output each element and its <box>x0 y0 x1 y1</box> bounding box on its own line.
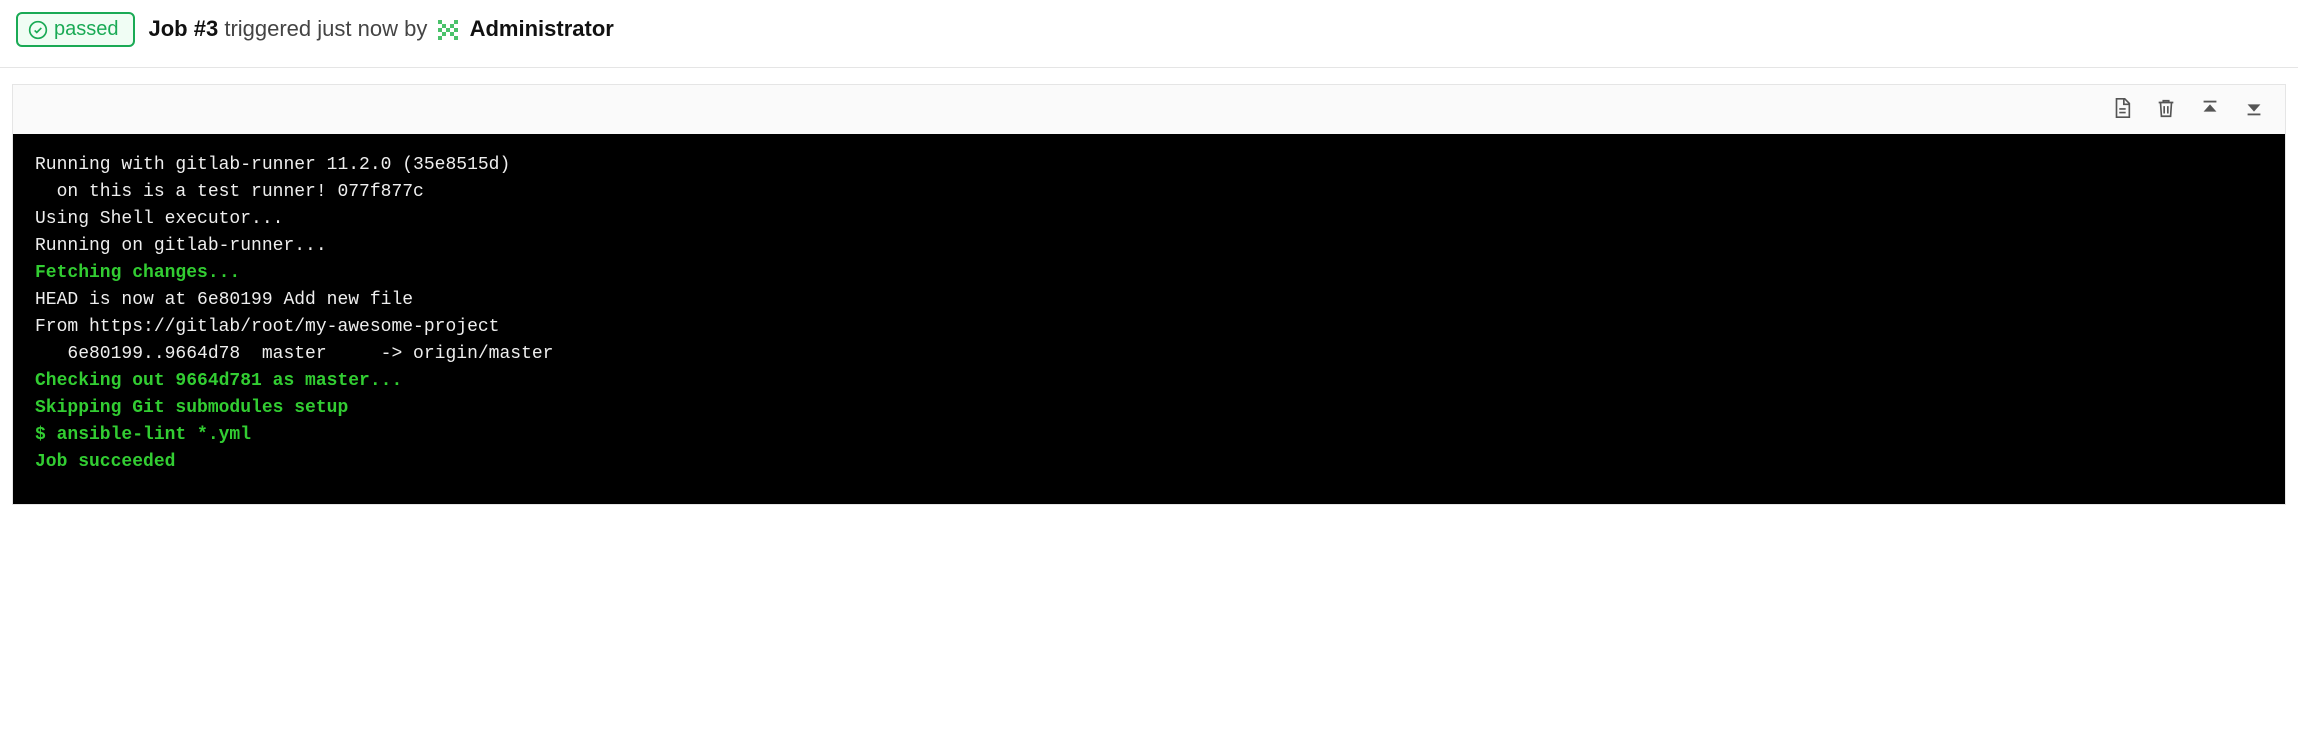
log-body[interactable]: Running with gitlab-runner 11.2.0 (35e85… <box>13 134 2285 504</box>
scroll-bottom-button[interactable] <box>2241 95 2267 124</box>
log-line: Skipping Git submodules setup <box>35 395 2275 422</box>
log-line: Job succeeded <box>35 449 2275 476</box>
log-line: From https://gitlab/root/my-awesome-proj… <box>35 314 2275 341</box>
document-icon <box>2111 97 2133 122</box>
raw-log-button[interactable] <box>2109 95 2135 124</box>
scroll-top-button[interactable] <box>2197 95 2223 124</box>
log-line: on this is a test runner! 077f877c <box>35 179 2275 206</box>
log-container: Running with gitlab-runner 11.2.0 (35e85… <box>12 84 2286 505</box>
avatar-icon <box>435 17 461 43</box>
status-label: passed <box>54 18 119 41</box>
log-line: HEAD is now at 6e80199 Add new file <box>35 287 2275 314</box>
log-line: Checking out 9664d781 as master... <box>35 368 2275 395</box>
erase-log-button[interactable] <box>2153 95 2179 124</box>
job-header: passed Job #3 triggered just now by Admi… <box>0 0 2298 68</box>
scroll-bottom-icon <box>2243 97 2265 122</box>
scroll-top-icon <box>2199 97 2221 122</box>
log-line: Fetching changes... <box>35 260 2275 287</box>
status-badge: passed <box>16 12 135 47</box>
trash-icon <box>2155 97 2177 122</box>
log-toolbar <box>13 85 2285 134</box>
log-line: $ ansible-lint *.yml <box>35 422 2275 449</box>
check-circle-icon <box>28 20 48 40</box>
triggered-by-user[interactable]: Administrator <box>470 16 614 41</box>
job-title: Job #3 triggered just now by Administrat… <box>149 16 614 43</box>
triggered-text: triggered just now by <box>224 16 427 41</box>
log-line: Using Shell executor... <box>35 206 2275 233</box>
job-number: Job #3 <box>149 16 219 41</box>
log-line: Running on gitlab-runner... <box>35 233 2275 260</box>
log-line: 6e80199..9664d78 master -> origin/master <box>35 341 2275 368</box>
log-line: Running with gitlab-runner 11.2.0 (35e85… <box>35 152 2275 179</box>
